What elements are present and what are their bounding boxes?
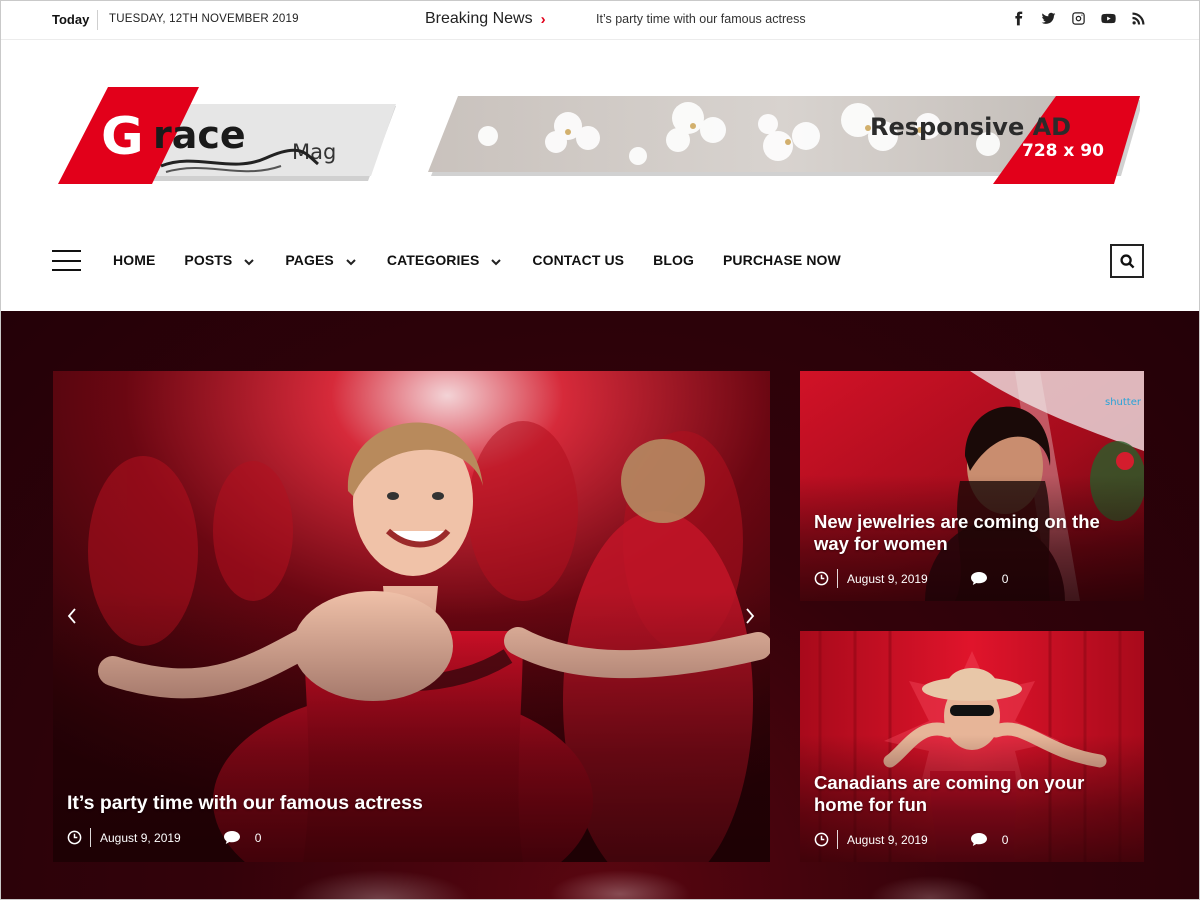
nav-item-purchase-now[interactable]: PURCHASE NOW bbox=[723, 252, 841, 268]
nav-item-label: CATEGORIES bbox=[386, 252, 480, 268]
youtube-icon[interactable] bbox=[1100, 9, 1116, 27]
chevron-down-icon bbox=[244, 254, 256, 266]
chevron-left-icon bbox=[67, 608, 76, 624]
image-overlay bbox=[53, 591, 770, 862]
clock-icon bbox=[814, 571, 829, 586]
slider-prev-arrow[interactable] bbox=[65, 603, 79, 629]
comment-count-link[interactable]: 0 bbox=[1002, 572, 1009, 586]
post-date-link[interactable]: August 9, 2019 bbox=[847, 572, 928, 586]
hero-background-decoration bbox=[0, 860, 1200, 900]
nav-item-categories[interactable]: CATEGORIES bbox=[387, 252, 504, 268]
header-ad-banner[interactable]: Responsive AD 728 x 90 bbox=[428, 96, 1143, 186]
breaking-news[interactable]: Breaking News › bbox=[425, 10, 546, 28]
clock-icon bbox=[67, 830, 82, 845]
search-icon bbox=[1119, 253, 1134, 268]
svg-text:shutter: shutter bbox=[1105, 397, 1142, 408]
social-links bbox=[1010, 9, 1146, 27]
nav-item-label: BLOG bbox=[653, 252, 694, 268]
post-title-link[interactable]: Canadians are coming on your home for fu… bbox=[814, 772, 1114, 816]
nav-item-posts[interactable]: POSTS bbox=[184, 252, 256, 268]
comment-count-link[interactable]: 0 bbox=[1002, 833, 1009, 847]
nav-item-label: CONTACT US bbox=[532, 252, 625, 268]
top-divider bbox=[97, 10, 98, 30]
logo-big-letter: G bbox=[101, 107, 144, 167]
main-menu: HOME POSTS PAGES CATEGORIES CONTACT US B… bbox=[113, 252, 870, 268]
comment-icon bbox=[223, 830, 241, 845]
ad-line-2: 728 x 90 bbox=[1022, 141, 1104, 161]
comment-icon bbox=[970, 832, 988, 847]
nav-item-label: PAGES bbox=[285, 252, 334, 268]
search-button[interactable] bbox=[1110, 244, 1144, 278]
post-meta: August 9, 2019 0 bbox=[67, 828, 261, 847]
featured-slider-card[interactable]: It’s party time with our famous actress … bbox=[53, 371, 770, 862]
facebook-icon[interactable] bbox=[1010, 9, 1026, 27]
top-bar: Today TUESDAY, 12TH NOVEMBER 2019 Breaki… bbox=[0, 0, 1200, 40]
breaking-news-label: Breaking News bbox=[425, 10, 533, 27]
side-post-card[interactable]: shutter New jewelries are coming on the … bbox=[800, 371, 1144, 601]
chevron-right-icon bbox=[746, 608, 755, 624]
post-date-link[interactable]: August 9, 2019 bbox=[847, 833, 928, 847]
twitter-icon[interactable] bbox=[1040, 9, 1056, 27]
side-post-card[interactable]: Canadians are coming on your home for fu… bbox=[800, 631, 1144, 862]
comment-icon bbox=[970, 571, 988, 586]
hamburger-menu-icon[interactable] bbox=[52, 250, 81, 271]
nav-item-label: POSTS bbox=[184, 252, 233, 268]
today-label: Today bbox=[52, 12, 90, 27]
post-meta: August 9, 2019 0 bbox=[814, 830, 1008, 849]
meta-divider bbox=[837, 569, 838, 588]
nav-item-blog[interactable]: BLOG bbox=[653, 252, 694, 268]
current-date: TUESDAY, 12TH NOVEMBER 2019 bbox=[109, 13, 299, 25]
nav-item-label: PURCHASE NOW bbox=[722, 252, 841, 268]
site-logo[interactable]: G race Mag bbox=[56, 84, 401, 188]
nav-item-pages[interactable]: PAGES bbox=[285, 252, 357, 268]
nav-item-home[interactable]: HOME bbox=[113, 252, 155, 268]
clock-icon bbox=[814, 832, 829, 847]
chevron-down-icon bbox=[491, 254, 503, 266]
rss-icon[interactable] bbox=[1130, 9, 1146, 27]
nav-item-label: HOME bbox=[113, 252, 156, 268]
ad-line-1: Responsive AD bbox=[870, 113, 1071, 141]
chevron-right-icon: › bbox=[540, 10, 546, 28]
meta-divider bbox=[90, 828, 91, 847]
slider-next-arrow[interactable] bbox=[743, 603, 757, 629]
post-title-link[interactable]: New jewelries are coming on the way for … bbox=[814, 511, 1114, 555]
instagram-icon[interactable] bbox=[1070, 9, 1086, 27]
breaking-news-ticker-link[interactable]: It’s party time with our famous actress bbox=[596, 12, 806, 26]
nav-item-contact-us[interactable]: CONTACT US bbox=[532, 252, 624, 268]
post-title-link[interactable]: It’s party time with our famous actress bbox=[67, 792, 423, 815]
comment-count-link[interactable]: 0 bbox=[255, 831, 262, 845]
post-date-link[interactable]: August 9, 2019 bbox=[100, 831, 181, 845]
logo-word: race bbox=[153, 113, 246, 157]
meta-divider bbox=[837, 830, 838, 849]
chevron-down-icon bbox=[346, 254, 358, 266]
post-meta: August 9, 2019 0 bbox=[814, 569, 1008, 588]
